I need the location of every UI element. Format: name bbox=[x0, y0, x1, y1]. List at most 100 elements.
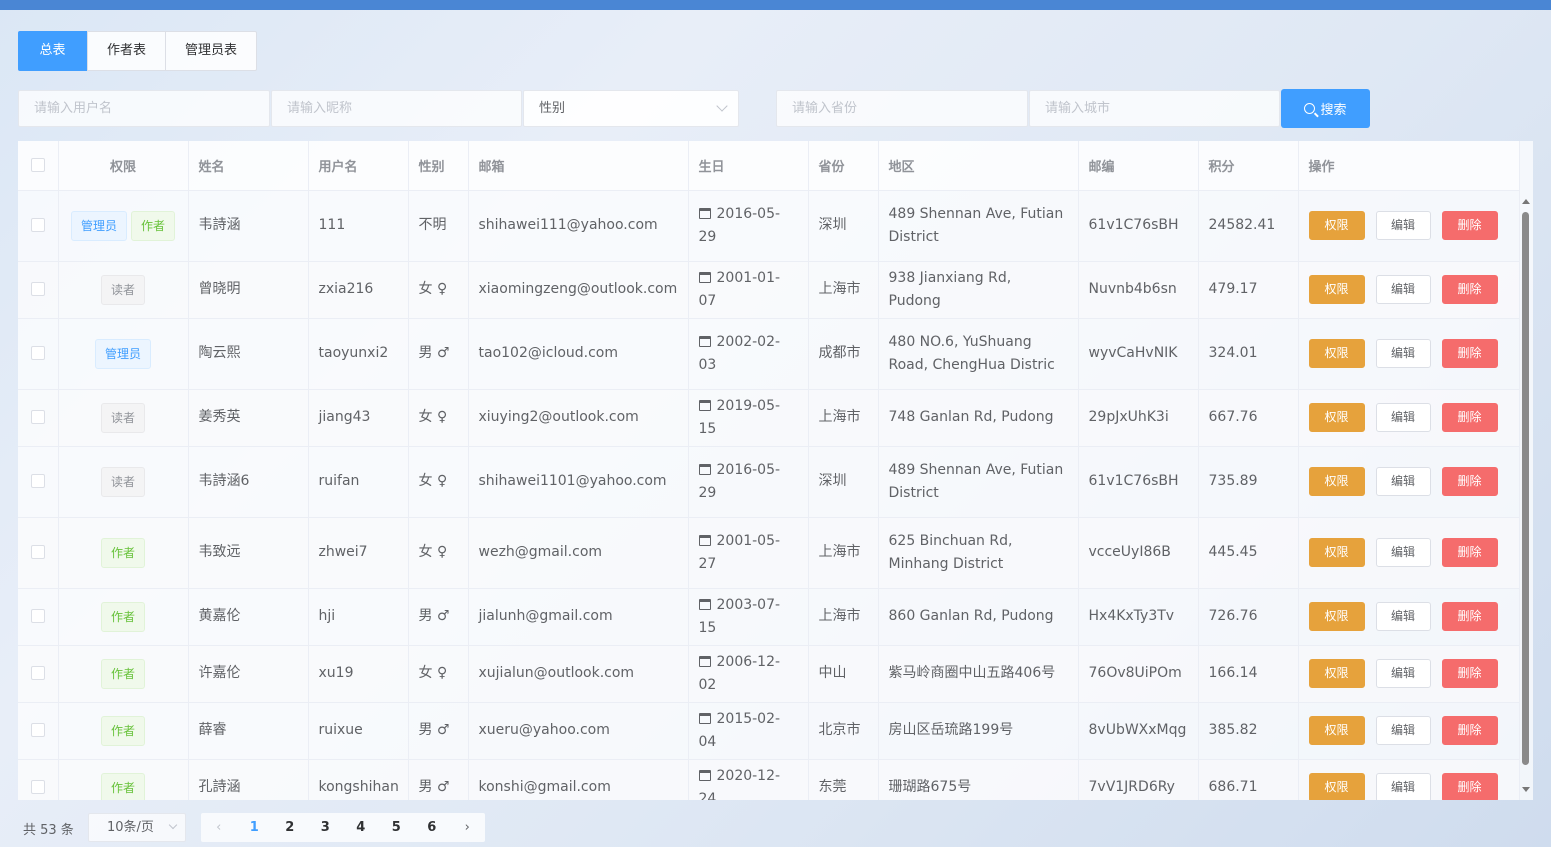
province-input[interactable] bbox=[776, 90, 1028, 127]
edit-button[interactable]: 编辑 bbox=[1375, 538, 1431, 567]
email-cell: wezh@gmail.com bbox=[468, 517, 689, 589]
next-page-button[interactable]: › bbox=[450, 813, 486, 842]
row-checkbox[interactable] bbox=[30, 218, 45, 232]
permission-button[interactable]: 权限 bbox=[1308, 403, 1365, 432]
delete-button[interactable]: 删除 bbox=[1441, 716, 1498, 745]
delete-button[interactable]: 删除 bbox=[1441, 602, 1498, 631]
page-button[interactable]: 5 bbox=[379, 813, 415, 842]
row-checkbox[interactable] bbox=[30, 346, 45, 360]
province-cell: 上海市 bbox=[808, 389, 879, 447]
email-cell: xiaomingzeng@outlook.com bbox=[468, 261, 689, 319]
tab-authors[interactable]: 作者表 bbox=[88, 32, 167, 70]
prev-page-button[interactable]: ‹ bbox=[201, 813, 237, 842]
name-cell: 韦詩涵 bbox=[188, 190, 309, 262]
calendar-icon bbox=[698, 335, 711, 347]
province-cell: 上海市 bbox=[808, 517, 879, 589]
gender-select-label: 性别 bbox=[539, 101, 566, 116]
gender-cell: 女 ♀ bbox=[408, 389, 469, 447]
city-input[interactable] bbox=[1029, 90, 1280, 127]
edit-button[interactable]: 编辑 bbox=[1375, 716, 1431, 745]
permission-button[interactable]: 权限 bbox=[1308, 339, 1365, 368]
zip-cell: 8vUbWXxMqg bbox=[1078, 702, 1199, 760]
permission-button[interactable]: 权限 bbox=[1308, 602, 1365, 631]
birthday-value: 2019-05-15 bbox=[698, 397, 781, 437]
table-row: 作者 韦致远 zhwei7 女 ♀ wezh@gmail.com 2001-05-27 上海… bbox=[18, 517, 1520, 589]
page-button[interactable]: 1 bbox=[237, 813, 273, 842]
table-scrollbar[interactable] bbox=[1519, 195, 1533, 800]
col-gender: 性别 bbox=[408, 141, 469, 191]
edit-button[interactable]: 编辑 bbox=[1375, 467, 1431, 496]
row-checkbox[interactable] bbox=[30, 474, 45, 488]
permission-button[interactable]: 权限 bbox=[1308, 211, 1365, 240]
table-row: 管理员 陶云熙 taoyunxi2 男 ♂ tao102@icloud.com 2002-… bbox=[18, 318, 1520, 390]
row-checkbox[interactable] bbox=[30, 666, 45, 680]
scroll-down-icon[interactable] bbox=[1522, 787, 1530, 792]
permission-button[interactable]: 权限 bbox=[1308, 716, 1365, 745]
delete-button[interactable]: 删除 bbox=[1441, 773, 1498, 800]
col-birthday: 生日 bbox=[688, 141, 809, 191]
zip-cell: 7vV1JRD6Ry bbox=[1078, 759, 1199, 800]
edit-button[interactable]: 编辑 bbox=[1375, 602, 1431, 631]
edit-button[interactable]: 编辑 bbox=[1375, 211, 1431, 240]
row-checkbox[interactable] bbox=[30, 609, 45, 623]
username-cell: taoyunxi2 bbox=[308, 318, 409, 390]
delete-button[interactable]: 删除 bbox=[1441, 211, 1498, 240]
username-cell: zxia216 bbox=[308, 261, 409, 319]
edit-button[interactable]: 编辑 bbox=[1375, 659, 1431, 688]
delete-button[interactable]: 删除 bbox=[1441, 275, 1498, 304]
permission-button[interactable]: 权限 bbox=[1308, 275, 1365, 304]
edit-button[interactable]: 编辑 bbox=[1375, 773, 1431, 800]
delete-button[interactable]: 删除 bbox=[1441, 403, 1498, 432]
ops-cell: 权限 编辑 删除 bbox=[1298, 446, 1520, 518]
tab-admins[interactable]: 管理员表 bbox=[166, 32, 256, 70]
province-cell: 深圳 bbox=[808, 446, 879, 518]
role-cell: 读者 bbox=[58, 446, 189, 518]
col-score: 积分 bbox=[1198, 141, 1299, 191]
scroll-up-icon[interactable] bbox=[1522, 199, 1530, 204]
ops-cell: 权限 编辑 删除 bbox=[1298, 190, 1520, 262]
scrollbar-thumb[interactable] bbox=[1522, 212, 1529, 765]
gender-select[interactable]: 性别 bbox=[523, 90, 739, 127]
ops-cell: 权限 编辑 删除 bbox=[1298, 759, 1520, 800]
page-button[interactable]: 6 bbox=[414, 813, 450, 842]
username-cell: zhwei7 bbox=[308, 517, 409, 589]
email-cell: xujialun@outlook.com bbox=[468, 645, 689, 703]
delete-button[interactable]: 删除 bbox=[1441, 467, 1498, 496]
email-cell: xueru@yahoo.com bbox=[468, 702, 689, 760]
delete-button[interactable]: 删除 bbox=[1441, 538, 1498, 567]
permission-button[interactable]: 权限 bbox=[1308, 467, 1365, 496]
delete-button[interactable]: 删除 bbox=[1441, 339, 1498, 368]
edit-button[interactable]: 编辑 bbox=[1375, 275, 1431, 304]
username-input[interactable] bbox=[18, 90, 270, 127]
ops-cell: 权限 编辑 删除 bbox=[1298, 517, 1520, 589]
tab-all[interactable]: 总表 bbox=[18, 31, 88, 71]
delete-button[interactable]: 删除 bbox=[1441, 659, 1498, 688]
calendar-icon bbox=[698, 598, 711, 610]
username-cell: ruifan bbox=[308, 446, 409, 518]
row-checkbox[interactable] bbox=[30, 545, 45, 559]
search-button[interactable]: 搜索 bbox=[1281, 89, 1370, 128]
page-button[interactable]: 3 bbox=[308, 813, 344, 842]
edit-button[interactable]: 编辑 bbox=[1375, 339, 1431, 368]
page-button[interactable]: 4 bbox=[343, 813, 379, 842]
region-cell: 489 Shennan Ave, Futian District bbox=[878, 190, 1079, 262]
permission-button[interactable]: 权限 bbox=[1308, 773, 1365, 800]
page-size-select[interactable]: 10条/页 bbox=[88, 813, 186, 842]
table-row: 作者 黄嘉伦 hji 男 ♂ jialunh@gmail.com 2003-07-15 上海… bbox=[18, 588, 1520, 646]
row-checkbox[interactable] bbox=[30, 780, 45, 794]
select-all-checkbox[interactable] bbox=[30, 158, 45, 173]
row-checkbox[interactable] bbox=[30, 410, 45, 424]
search-button-label: 搜索 bbox=[1320, 103, 1347, 118]
edit-button[interactable]: 编辑 bbox=[1375, 403, 1431, 432]
score-cell: 324.01 bbox=[1198, 318, 1299, 390]
region-cell: 860 Ganlan Rd, Pudong bbox=[878, 588, 1079, 646]
ops-cell: 权限 编辑 删除 bbox=[1298, 588, 1520, 646]
nickname-input[interactable] bbox=[271, 90, 522, 127]
row-checkbox[interactable] bbox=[30, 282, 45, 296]
page-button[interactable]: 2 bbox=[272, 813, 308, 842]
permission-button[interactable]: 权限 bbox=[1308, 659, 1365, 688]
permission-button[interactable]: 权限 bbox=[1308, 538, 1365, 567]
role-tag-author: 作者 bbox=[100, 537, 145, 568]
name-cell: 薛睿 bbox=[188, 702, 309, 760]
row-checkbox[interactable] bbox=[30, 723, 45, 737]
